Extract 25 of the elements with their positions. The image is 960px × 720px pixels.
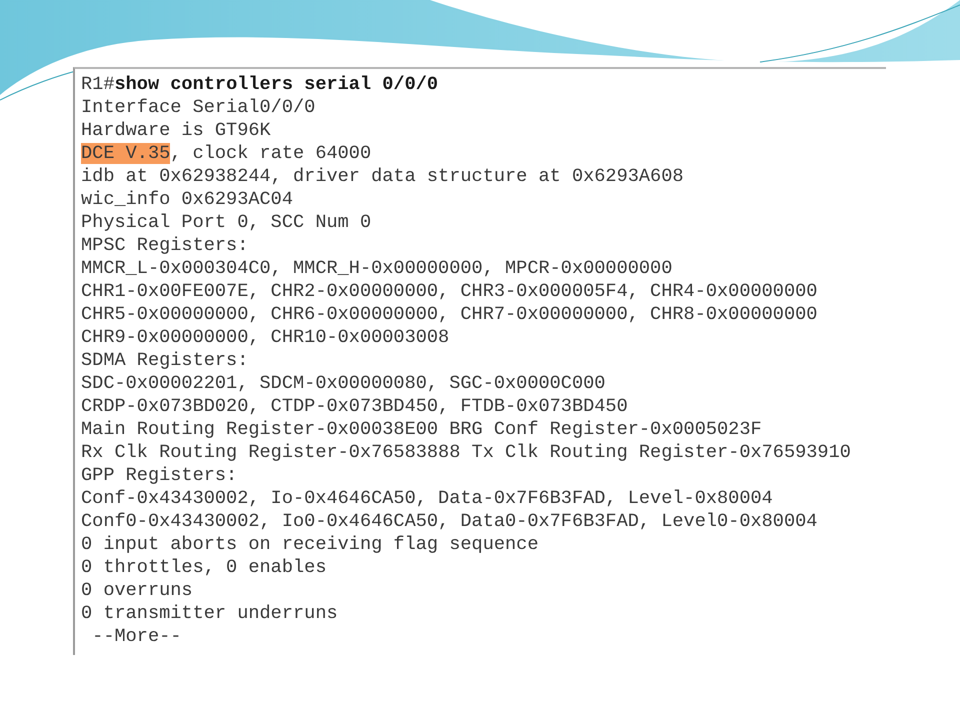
terminal-line: wic_info 0x6293AC04 (81, 188, 294, 211)
terminal-line: 0 throttles, 0 enables (81, 556, 326, 579)
terminal-line: 0 overruns (81, 579, 193, 602)
terminal-line: MMCR_L-0x000304C0, MMCR_H-0x00000000, MPCR-0x00000000 (81, 257, 672, 280)
terminal-line: Main Routing Register-0x00038E00 BRG Conf Register-0x0005023F (81, 418, 762, 441)
terminal-line: Interface Serial0/0/0 (81, 96, 316, 119)
terminal-line: --More-- (91, 625, 182, 648)
terminal-line: DCE V.35, clock rate 64000 (81, 142, 372, 165)
terminal-line: SDMA Registers: (81, 349, 248, 372)
terminal-line: CHR1-0x00FE007E, CHR2-0x00000000, CHR3-0x000005F4, CHR4-0x00000000 (81, 280, 818, 303)
terminal-line: SDC-0x00002201, SDCM-0x00000080, SGC-0x0000C000 (81, 372, 606, 395)
terminal-line: GPP Registers: (81, 464, 238, 487)
terminal-line: Rx Clk Routing Register-0x76583888 Tx Clk Routing Register-0x76593910 (81, 441, 851, 464)
terminal-line: CRDP-0x073BD020, CTDP-0x073BD450, FTDB-0x073BD450 (81, 395, 628, 418)
terminal-line: CHR5-0x00000000, CHR6-0x00000000, CHR7-0x00000000, CHR8-0x00000000 (81, 303, 818, 326)
terminal-line: 0 input aborts on receiving flag sequence (81, 533, 538, 556)
terminal-line: MPSC Registers: (81, 234, 248, 257)
terminal-line: Physical Port 0, SCC Num 0 (81, 211, 372, 234)
terminal-line: Hardware is GT96K (81, 119, 271, 142)
terminal-line: 0 transmitter underruns (81, 602, 338, 625)
terminal-line: R1#show controllers serial 0/0/0 (81, 73, 438, 96)
terminal-line: idb at 0x62938244, driver data structure at 0x6293A608 (81, 165, 684, 188)
terminal-line: Conf-0x43430002, Io-0x4646CA50, Data-0x7F6B3FAD, Level-0x80004 (81, 487, 773, 510)
terminal-line: Conf0-0x43430002, Io0-0x4646CA50, Data0-0x7F6B3FAD, Level0-0x80004 (81, 510, 818, 533)
terminal-line: CHR9-0x00000000, CHR10-0x00003008 (81, 326, 450, 349)
